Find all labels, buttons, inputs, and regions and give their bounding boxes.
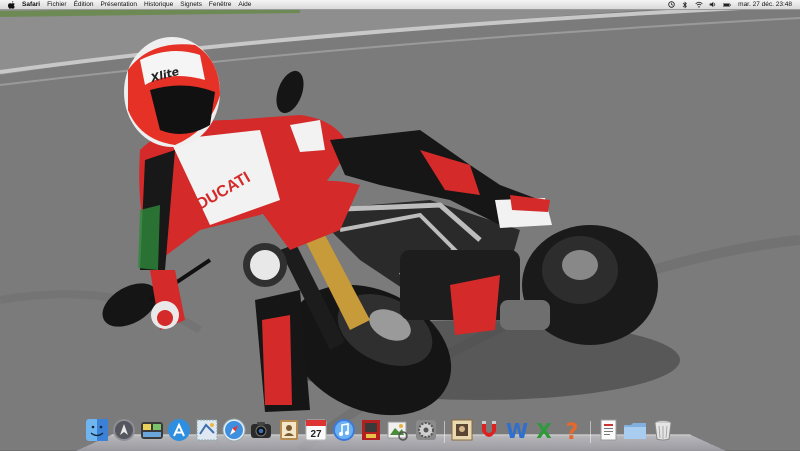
applications-folder-icon[interactable]: [622, 417, 648, 443]
volume-icon[interactable]: [709, 1, 717, 9]
svg-text:X: X: [537, 419, 553, 443]
excel-icon[interactable]: X: [531, 417, 557, 443]
time-machine-icon[interactable]: [667, 1, 675, 9]
status-area: mar. 27 déc. 23:48: [661, 0, 792, 9]
launchpad-icon[interactable]: [111, 417, 137, 443]
itunes-icon[interactable]: [331, 417, 357, 443]
menu-historique[interactable]: Historique: [144, 0, 173, 9]
menu-fichier[interactable]: Fichier: [47, 0, 67, 9]
system-preferences-icon[interactable]: [413, 417, 439, 443]
address-book-icon[interactable]: [276, 417, 302, 443]
mail-stamp-icon[interactable]: [194, 417, 220, 443]
dock: 27 W X ?: [84, 411, 677, 443]
dock-separator: [590, 421, 592, 443]
dock-separator: [444, 421, 446, 443]
desktop-wallpaper: Xlite DUCATI: [0, 0, 800, 450]
help-icon[interactable]: ?: [559, 417, 585, 443]
menu-bar: Safari Fichier Édition Présentation Hist…: [0, 0, 800, 10]
preview-icon[interactable]: [385, 417, 411, 443]
photo-booth-icon[interactable]: [358, 417, 384, 443]
apple-menu-icon[interactable]: [8, 0, 16, 9]
motorcycle-wallpaper-image: Xlite DUCATI: [0, 0, 800, 450]
safari-icon[interactable]: [221, 417, 247, 443]
app-store-icon[interactable]: [166, 417, 192, 443]
trash-icon[interactable]: [650, 417, 676, 443]
finder-icon[interactable]: [84, 417, 110, 443]
menu-aide[interactable]: Aide: [238, 0, 251, 9]
battery-icon[interactable]: [723, 1, 731, 9]
svg-text:W: W: [506, 419, 528, 443]
menu-edition[interactable]: Édition: [74, 0, 94, 9]
word-icon[interactable]: W: [504, 417, 530, 443]
menu-app-safari[interactable]: Safari: [22, 0, 40, 9]
menu-signets[interactable]: Signets: [180, 0, 202, 9]
photo-frame-icon[interactable]: [449, 417, 475, 443]
bluetooth-icon[interactable]: [681, 0, 689, 9]
magnet-icon[interactable]: [476, 417, 502, 443]
menu-fenetre[interactable]: Fenêtre: [209, 0, 231, 9]
iphoto-camera-icon[interactable]: [248, 417, 274, 443]
menu-presentation[interactable]: Présentation: [100, 0, 137, 9]
wifi-icon[interactable]: [695, 1, 703, 9]
dashboard-icon[interactable]: [139, 417, 165, 443]
documents-stack-icon[interactable]: [595, 417, 621, 443]
svg-text:27: 27: [311, 429, 323, 440]
ical-icon[interactable]: 27: [303, 417, 329, 443]
menubar-clock[interactable]: mar. 27 déc. 23:48: [738, 1, 792, 8]
svg-text:?: ?: [565, 420, 578, 443]
